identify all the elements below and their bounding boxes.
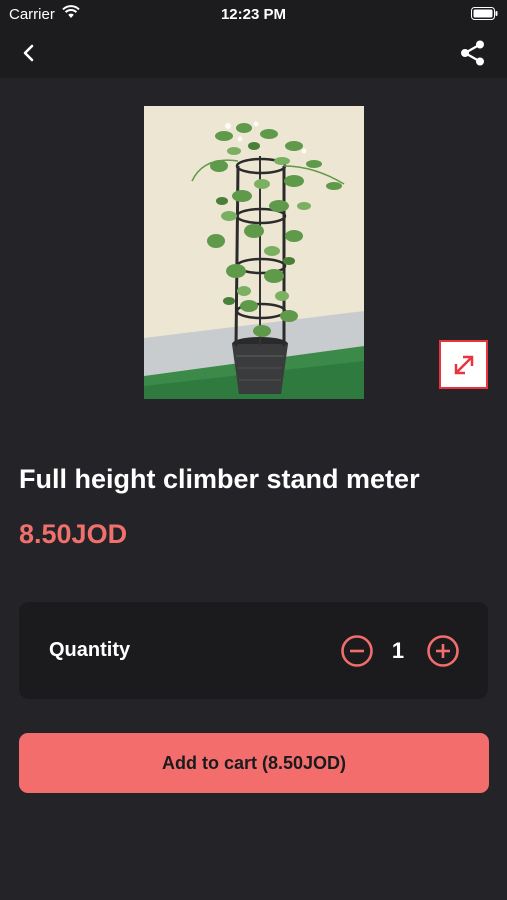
expand-arrows-icon	[454, 355, 473, 374]
product-title: Full height climber stand meter	[19, 464, 420, 494]
plant-illustration	[144, 106, 364, 399]
product-price: 8.50JOD	[19, 519, 128, 549]
quantity-label: Quantity	[49, 639, 131, 661]
quantity-value: 1	[391, 638, 405, 663]
plus-circle-icon[interactable]	[426, 634, 460, 668]
product-image[interactable]	[144, 106, 364, 399]
battery-icon	[471, 7, 498, 20]
back-chevron-icon[interactable]	[16, 40, 42, 66]
status-time: 12:23 PM	[220, 6, 287, 23]
nav-bar	[0, 28, 507, 78]
quantity-card: Quantity 1	[19, 602, 488, 699]
add-to-cart-button[interactable]: Add to cart (8.50JOD)	[19, 733, 489, 793]
share-icon[interactable]	[459, 39, 487, 67]
minus-circle-icon[interactable]	[340, 634, 374, 668]
expand-image-button[interactable]	[439, 340, 488, 389]
status-bar: Carrier 12:23 PM	[0, 0, 507, 28]
